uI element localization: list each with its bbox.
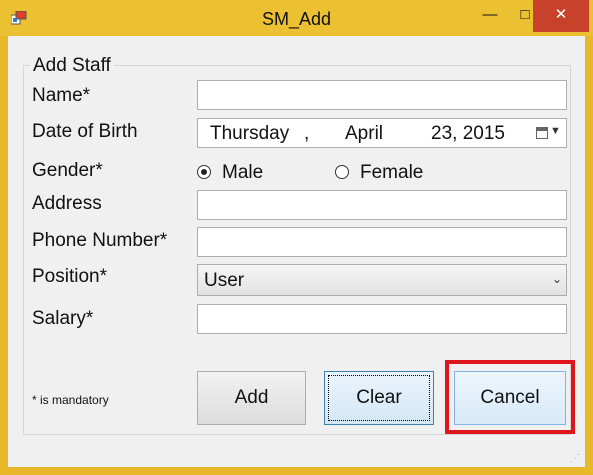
chevron-down-icon: ⌄ (552, 272, 563, 286)
dob-weekday: Thursday (210, 123, 290, 144)
address-input[interactable] (197, 190, 567, 220)
dob-day-year: 23, 2015 (431, 123, 505, 144)
add-button[interactable]: Add (197, 371, 306, 425)
name-input[interactable] (197, 80, 567, 110)
gender-label: Gender* (32, 160, 103, 181)
form-client-area: Add Staff Name* Date of Birth Thursday ,… (8, 36, 585, 467)
phone-label: Phone Number* (32, 230, 168, 251)
radio-selected-icon (197, 165, 211, 179)
gender-female-label: Female (360, 162, 424, 183)
position-value: User (204, 270, 245, 291)
position-label: Position* (32, 266, 107, 287)
highlight-box (445, 360, 575, 434)
title-bar[interactable]: SM_Add — □ ✕ (0, 0, 593, 36)
address-label: Address (32, 193, 102, 214)
chevron-down-icon[interactable]: ▼ (550, 125, 561, 137)
position-select[interactable]: User ⌄ (197, 264, 567, 296)
dob-separator: , (304, 123, 310, 144)
salary-label: Salary* (32, 308, 94, 329)
salary-input[interactable] (197, 304, 567, 334)
close-button[interactable]: ✕ (533, 0, 589, 32)
focus-rectangle (328, 375, 430, 421)
clear-button[interactable]: Clear (324, 371, 434, 425)
phone-input[interactable] (197, 227, 567, 257)
dob-label: Date of Birth (32, 121, 138, 142)
calendar-icon[interactable] (536, 127, 548, 139)
dob-month: April (345, 123, 384, 144)
dob-datepicker[interactable]: Thursday , April 23, 2015 ▼ (197, 118, 567, 148)
groupbox-title: Add Staff (30, 55, 114, 77)
mandatory-note: * is mandatory (32, 393, 109, 407)
sm-add-window: SM_Add — □ ✕ Add Staff Name* Date of Bir… (0, 0, 593, 475)
minimize-button[interactable]: — (470, 0, 510, 32)
radio-unselected-icon (335, 165, 349, 179)
gender-male-label: Male (222, 162, 264, 183)
name-label: Name* (32, 85, 91, 106)
resize-grip-icon[interactable]: ⋰ (570, 453, 580, 464)
